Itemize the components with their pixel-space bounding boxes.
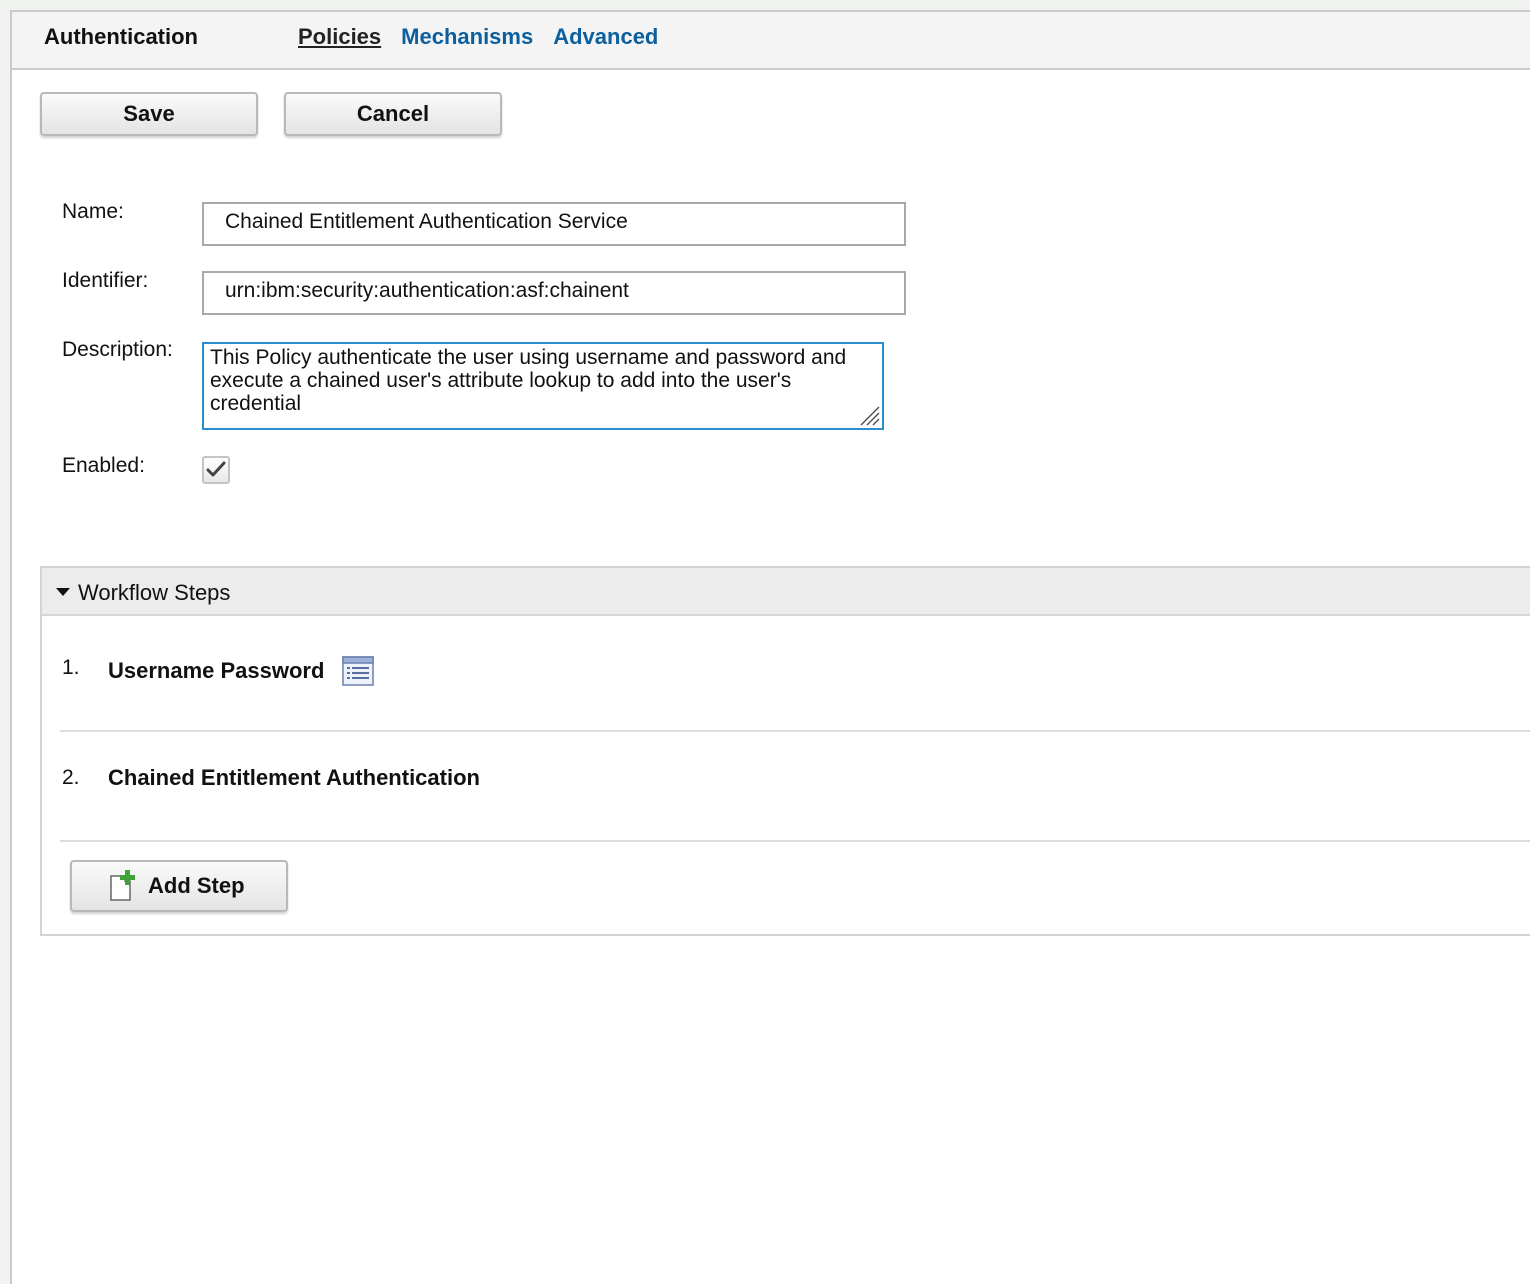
save-button[interactable]: Save	[40, 92, 258, 136]
step-number: 2.	[62, 766, 80, 789]
collapse-caret-icon[interactable]	[56, 588, 70, 596]
workflow-steps-title: Workflow Steps	[78, 580, 231, 605]
top-navigation-bar: Authentication Policies Mechanisms Advan…	[12, 12, 1530, 70]
workflow-step: 2. Chained Entitlement Authentication	[60, 732, 1530, 842]
description-label: Description:	[62, 338, 173, 361]
add-step-label: Add Step	[148, 873, 245, 898]
identifier-label: Identifier:	[62, 269, 149, 292]
workflow-step: 1. Username Password	[60, 616, 1530, 732]
cancel-button[interactable]: Cancel	[284, 92, 502, 136]
step-name: Chained Entitlement Authentication	[108, 765, 480, 790]
workflow-steps-header[interactable]: Workflow Steps	[42, 568, 1530, 616]
enabled-label: Enabled:	[62, 454, 145, 477]
properties-list-icon[interactable]	[342, 656, 374, 686]
policy-editor: Authentication Policies Mechanisms Advan…	[10, 10, 1530, 1284]
name-field[interactable]: Chained Entitlement Authentication Servi…	[202, 202, 906, 246]
workflow-steps-panel: Workflow Steps 1. Username Password 2. C…	[40, 566, 1530, 936]
description-textarea[interactable]: This Policy authenticate the user using …	[202, 342, 884, 430]
step-number: 1.	[62, 656, 80, 679]
identifier-field[interactable]: urn:ibm:security:authentication:asf:chai…	[202, 271, 906, 315]
name-label: Name:	[62, 200, 124, 223]
nav-tabs: Policies Mechanisms Advanced	[298, 24, 658, 50]
enabled-checkbox[interactable]	[202, 456, 230, 484]
add-document-icon	[110, 870, 135, 901]
tab-policies[interactable]: Policies	[298, 24, 381, 50]
tab-advanced[interactable]: Advanced	[553, 24, 658, 50]
add-step-button[interactable]: Add Step	[70, 860, 288, 912]
resize-grip-icon[interactable]	[858, 404, 880, 426]
section-title: Authentication	[44, 24, 198, 49]
description-text: This Policy authenticate the user using …	[210, 346, 847, 415]
checkmark-icon	[206, 461, 226, 477]
step-name: Username Password	[108, 658, 325, 683]
tab-mechanisms[interactable]: Mechanisms	[401, 24, 533, 50]
